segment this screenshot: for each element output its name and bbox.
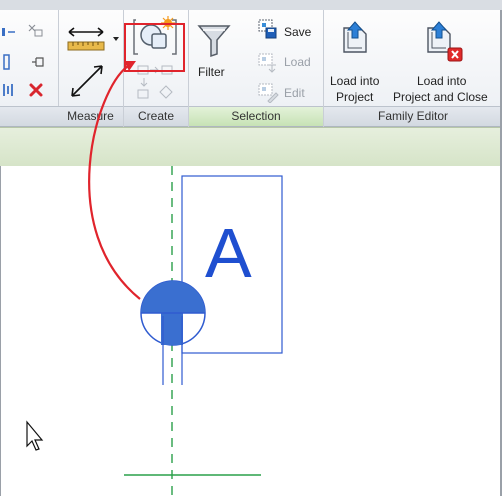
load-and-close-label-line1[interactable]: Load into (417, 74, 466, 88)
panel-label-modify (0, 106, 58, 127)
load-and-close-label-line2[interactable]: Project and Close (393, 90, 488, 104)
section-tag-letter: A (205, 214, 252, 292)
load-into-project-icon[interactable] (340, 20, 372, 56)
section-head-symbol[interactable] (140, 280, 206, 346)
filter-label[interactable]: Filter (198, 65, 225, 79)
load-and-close-icon[interactable] (424, 20, 464, 62)
aligned-dimension-icon[interactable] (66, 24, 106, 52)
load-into-project-label-line1[interactable]: Load into (330, 74, 379, 88)
align-icon[interactable] (2, 26, 16, 38)
panel-label-selection[interactable]: Selection (189, 106, 323, 127)
save-selection-label[interactable]: Save (284, 25, 311, 39)
modify-panel-fragment (0, 10, 58, 106)
edit-selection-label: Edit (284, 86, 305, 100)
measure-dropdown-icon[interactable] (113, 32, 121, 41)
panel-label-measure[interactable]: Measure (58, 106, 123, 127)
panel-label-create[interactable]: Create (124, 106, 188, 127)
measure-between-references-icon[interactable] (66, 62, 110, 102)
callout-highlight-box (124, 23, 185, 72)
load-selection-icon (258, 53, 278, 73)
panel-label-family-editor[interactable]: Family Editor (324, 106, 502, 127)
group-icon[interactable] (2, 82, 14, 98)
pin-icon[interactable] (30, 54, 46, 70)
mouse-cursor-icon (26, 420, 44, 451)
filter-icon[interactable] (197, 24, 231, 58)
options-bar (0, 127, 502, 167)
delete-icon[interactable] (28, 82, 44, 98)
mirror-icon[interactable] (2, 54, 12, 70)
load-selection-label: Load (284, 55, 311, 69)
drawing-canvas[interactable]: A (0, 166, 502, 496)
edit-selection-icon (258, 83, 280, 104)
save-selection-icon[interactable] (258, 19, 278, 39)
unpin-icon[interactable] (26, 22, 44, 38)
ribbon: Filter Save Load Edit Load into Project … (0, 10, 502, 128)
load-into-project-label-line2[interactable]: Project (336, 90, 373, 104)
